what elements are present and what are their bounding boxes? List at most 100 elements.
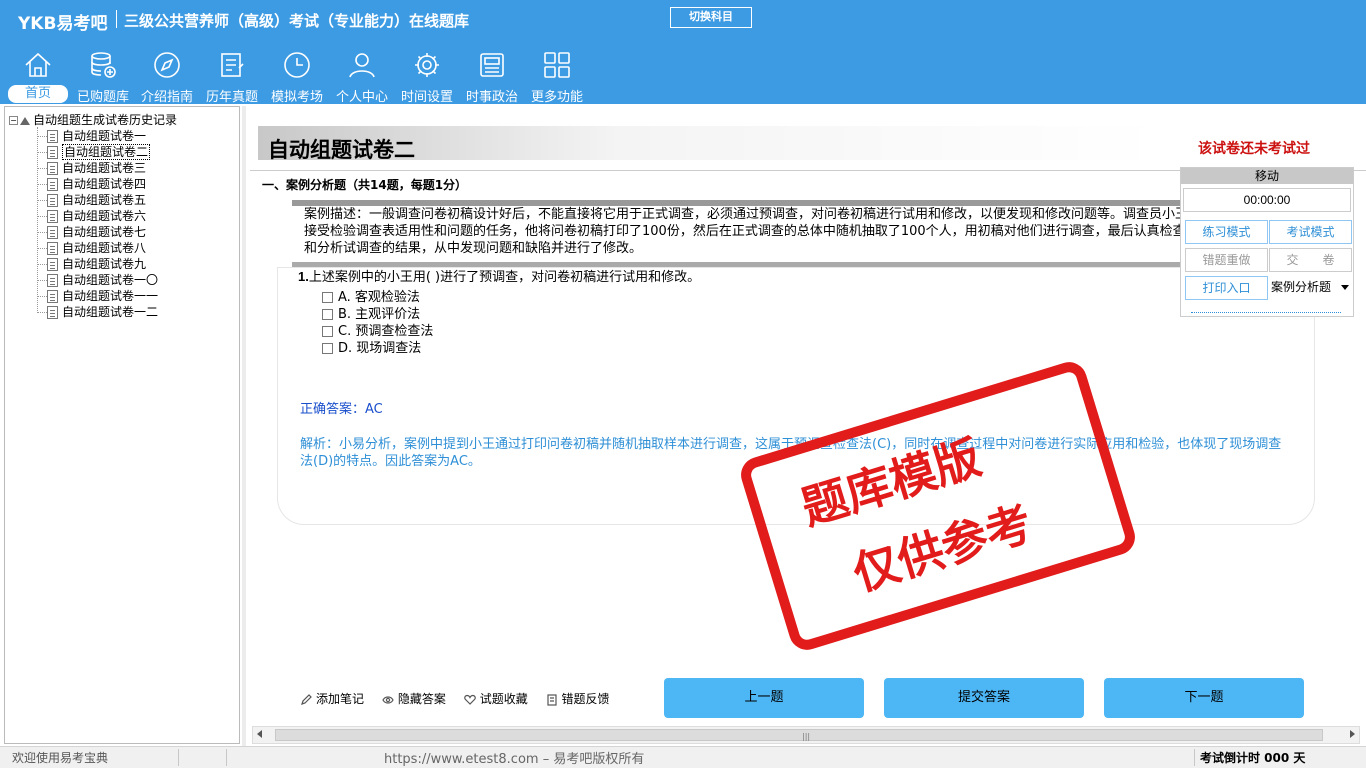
panel-move-handle[interactable]: 移动	[1181, 168, 1353, 184]
tree-item[interactable]: 自动组题试卷六	[37, 207, 146, 223]
correct-answer: 正确答案：AC	[300, 402, 383, 417]
exam-control-panel: 移动 00:00:00 练习模式 考试模式 错题重做 交 卷 打印入口 案例分析…	[1180, 167, 1354, 317]
tree-item-label: 自动组题试卷八	[62, 241, 147, 255]
nav-current-affairs-label: 时事政治	[465, 90, 518, 105]
hide-answer-tool[interactable]: 隐藏答案	[382, 690, 446, 707]
tree-item[interactable]: 自动组题试卷一一	[37, 287, 158, 303]
tree-item-selected[interactable]: 自动组题试卷二	[37, 143, 151, 160]
nav-guide-label: 介绍指南	[140, 90, 193, 105]
nav-past-exams[interactable]: 历年真题	[203, 44, 261, 105]
nav-purchased-label: 已购题库	[76, 90, 129, 105]
compass-icon	[154, 52, 180, 78]
exam-status: 该试卷还未考试过	[1198, 141, 1310, 157]
list-icon	[221, 53, 244, 77]
checkbox[interactable]	[322, 309, 333, 320]
tree-item-label: 自动组题试卷九	[62, 257, 147, 271]
submit-answer-button[interactable]: 提交答案	[884, 678, 1084, 718]
tree-item[interactable]: 自动组题试卷八	[37, 239, 146, 255]
checkbox[interactable]	[322, 343, 333, 354]
add-note-label: 添加笔记	[316, 692, 365, 706]
error-feedback-tool[interactable]: 错题反馈	[546, 690, 610, 707]
database-icon	[91, 52, 116, 78]
practice-mode-button[interactable]: 练习模式	[1185, 220, 1268, 244]
newspaper-icon	[480, 53, 504, 77]
document-icon	[47, 306, 58, 319]
panel-slider[interactable]	[1191, 312, 1341, 314]
hand-in-button[interactable]: 交 卷	[1269, 248, 1352, 272]
question-number: 1.	[298, 269, 309, 284]
nav-mock-exam[interactable]: 模拟考场	[268, 44, 326, 105]
exam-mode-button[interactable]: 考试模式	[1269, 220, 1352, 244]
scroll-right-icon[interactable]	[1350, 730, 1355, 738]
nav-current-affairs[interactable]: 时事政治	[463, 44, 521, 105]
option-d[interactable]: D. 现场调查法	[322, 337, 421, 356]
exam-countdown: 考试倒计时 000 天	[1200, 751, 1306, 765]
title-divider	[116, 10, 117, 28]
nav-more-label: 更多功能	[530, 90, 583, 105]
grid-icon	[544, 52, 570, 78]
pane-splitter[interactable]	[242, 106, 246, 746]
tree-item-label: 自动组题试卷三	[62, 161, 147, 175]
scrollbar-thumb[interactable]: |||	[275, 729, 1323, 741]
tree-item-label: 自动组题试卷一	[62, 129, 147, 143]
document-icon	[47, 274, 58, 287]
question-stem: 1.上述案例中的小王用( )进行了预调查，对问卷初稿进行试用和修改。	[298, 266, 700, 285]
tree-item-label: 自动组题试卷七	[62, 225, 147, 239]
clock-icon	[284, 52, 310, 78]
tree-item[interactable]: 自动组题试卷一〇	[37, 271, 158, 287]
feedback-icon	[546, 693, 557, 706]
scroll-left-icon[interactable]	[257, 730, 262, 738]
home-icon	[25, 52, 51, 77]
tree-item-label: 自动组题试卷一二	[62, 305, 159, 319]
question-type-select[interactable]: 案例分析题	[1269, 276, 1353, 300]
option-label: D. 现场调查法	[338, 341, 422, 356]
main-nav: 首页 已购题库 介绍指南 历年真题 模拟考场 个人中心 时间设置 时事政治 更多…	[0, 44, 600, 105]
nav-more[interactable]: 更多功能	[528, 44, 586, 105]
document-icon	[47, 290, 58, 303]
copyright-text: https://www.etest8.com – 易考吧版权所有	[384, 752, 645, 767]
tree-item[interactable]: 自动组题试卷四	[37, 175, 146, 191]
document-icon	[47, 194, 58, 207]
prev-question-button[interactable]: 上一题	[664, 678, 864, 718]
gear-icon	[415, 53, 439, 77]
exam-timer: 00:00:00	[1183, 188, 1351, 212]
redo-wrong-button[interactable]: 错题重做	[1185, 248, 1268, 272]
nav-home-label: 首页	[8, 85, 68, 103]
nav-home[interactable]: 首页	[8, 44, 68, 104]
favorite-tool[interactable]: 试题收藏	[463, 690, 528, 707]
app-window: YKB易考吧 三级公共营养师（高级）考试（专业能力）在线题库 切换科目 首页 已…	[0, 0, 1366, 768]
collapse-icon[interactable]: −	[9, 116, 18, 125]
error-feedback-label: 错题反馈	[561, 692, 610, 706]
switch-subject-button[interactable]: 切换科目	[670, 7, 752, 28]
checkbox[interactable]	[322, 292, 333, 303]
nav-purchased[interactable]: 已购题库	[74, 44, 132, 105]
nav-time-settings[interactable]: 时间设置	[398, 44, 456, 105]
folder-icon	[20, 116, 30, 125]
status-bar: 欢迎使用易考宝典 https://www.etest8.com – 易考吧版权所…	[0, 746, 1366, 768]
document-icon	[47, 242, 58, 255]
next-question-button[interactable]: 下一题	[1104, 678, 1304, 718]
nav-past-exams-label: 历年真题	[205, 90, 258, 105]
tree-item[interactable]: 自动组题试卷三	[37, 159, 146, 175]
tree-item-label: 自动组题试卷六	[62, 209, 147, 223]
tree-item[interactable]: 自动组题试卷九	[37, 255, 146, 271]
paper-title: 自动组题试卷二	[268, 138, 415, 162]
tree-root[interactable]: − 自动组题生成试卷历史记录	[9, 111, 177, 127]
case-description: 案例描述：一般调查问卷初稿设计好后，不能直接将它用于正式调查，必须通过预调查，对…	[304, 207, 1189, 256]
welcome-text: 欢迎使用易考宝典	[12, 751, 109, 765]
tree-item[interactable]: 自动组题试卷七	[37, 223, 146, 239]
app-logo: YKB易考吧	[18, 14, 108, 34]
section-heading: 一、案例分析题（共14题，每题1分）	[262, 178, 468, 192]
tree-item-label: 自动组题试卷一一	[62, 289, 159, 303]
add-note-tool[interactable]: 添加笔记	[300, 690, 364, 707]
question-type-value: 案例分析题	[1271, 280, 1332, 294]
print-button[interactable]: 打印入口	[1185, 276, 1268, 300]
nav-guide[interactable]: 介绍指南	[138, 44, 196, 105]
document-icon	[47, 146, 58, 159]
nav-personal[interactable]: 个人中心	[333, 44, 391, 105]
tree-item[interactable]: 自动组题试卷五	[37, 191, 146, 207]
checkbox[interactable]	[322, 326, 333, 337]
horizontal-scrollbar[interactable]: |||	[252, 726, 1360, 744]
tree-item[interactable]: 自动组题试卷一	[37, 127, 146, 143]
tree-item[interactable]: 自动组题试卷一二	[37, 303, 158, 319]
